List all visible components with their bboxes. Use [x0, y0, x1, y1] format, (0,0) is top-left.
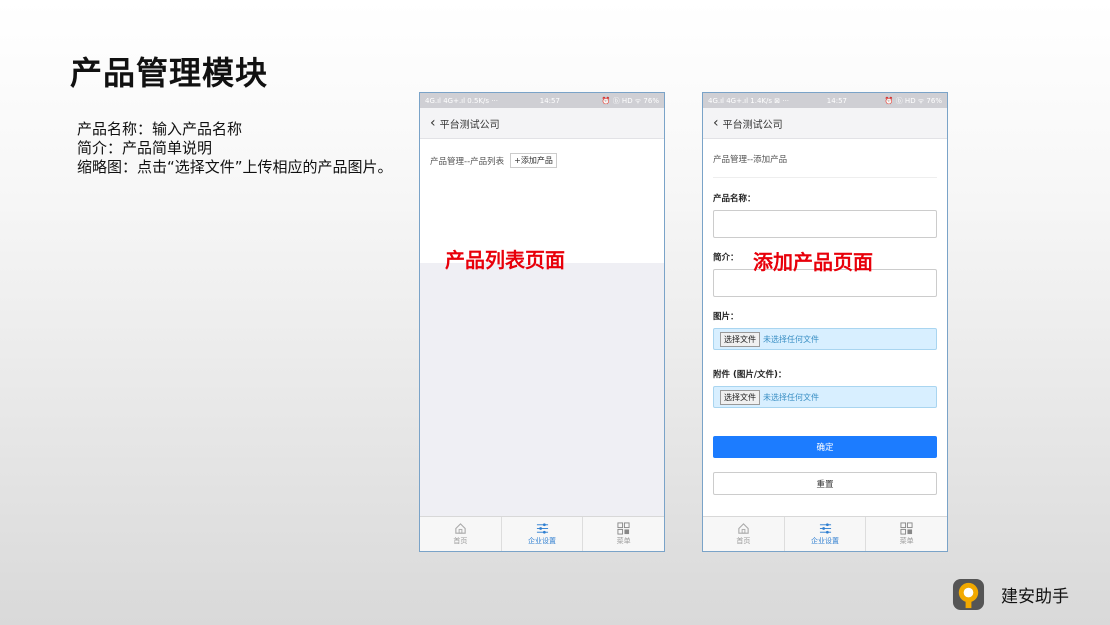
- attachment-file-status: 未选择任何文件: [763, 392, 819, 402]
- nav-bar: ‹ 平台测试公司: [703, 108, 947, 139]
- tab-label: 菜单: [899, 537, 914, 545]
- home-icon: [738, 523, 749, 534]
- slide-title: 产品管理模块: [70, 54, 269, 92]
- breadcrumb-text: 产品管理--添加产品: [713, 155, 788, 165]
- tab-home[interactable]: 首页: [703, 517, 785, 551]
- breadcrumb: 产品管理--产品列表 +添加产品: [430, 153, 654, 168]
- choose-image-file-button[interactable]: 选择文件: [720, 331, 760, 347]
- breadcrumb-text: 产品管理--产品列表: [430, 156, 505, 167]
- brand-name: 建安助手: [1001, 587, 1069, 607]
- back-chevron-icon[interactable]: ‹: [713, 116, 719, 130]
- tab-home[interactable]: 首页: [420, 517, 502, 551]
- brand-logo-icon: [952, 578, 985, 611]
- add-product-button[interactable]: +添加产品: [510, 153, 557, 168]
- grid-icon: [900, 522, 913, 535]
- module-description: 产品名称：输入产品名称 简介：产品简单说明 缩略图：点击“选择文件”上传相应的产…: [77, 120, 393, 177]
- brand: 建安助手: [952, 578, 1069, 611]
- add-product-form: 产品管理--添加产品 产品名称： 简介： 图片： 选择文件 未选择任何文件 附件…: [703, 139, 947, 547]
- tab-label: 企业设置: [528, 537, 556, 545]
- breadcrumb: 产品管理--添加产品: [713, 153, 937, 178]
- nav-title: 平台测试公司: [439, 119, 500, 131]
- description-line-name: 产品名称：输入产品名称: [77, 120, 243, 138]
- status-time: 14:57: [826, 96, 847, 105]
- add-product-page-caption: 添加产品页面: [753, 250, 873, 274]
- tab-label: 首页: [736, 537, 751, 545]
- nav-title: 平台测试公司: [722, 119, 783, 131]
- status-signal: 4G.ıl 4G+.ıl 1.4K/s ⊠ ···: [708, 96, 790, 105]
- tab-menu[interactable]: 菜单: [866, 517, 947, 551]
- status-signal: 4G.ıl 4G+.ıl 0.5K/s ···: [425, 96, 498, 105]
- sliders-icon: [536, 523, 548, 534]
- reset-button[interactable]: 重置: [713, 472, 937, 495]
- status-battery: ⏰ ⓑ HD ᯤ 76%: [884, 96, 942, 105]
- phone-add-product: 4G.ıl 4G+.ıl 1.4K/s ⊠ ··· 14:57 ⏰ ⓑ HD ᯤ…: [702, 92, 948, 552]
- attachment-file-picker: 选择文件 未选择任何文件: [713, 386, 937, 408]
- tab-company-settings[interactable]: 企业设置: [502, 517, 584, 551]
- product-list-page-caption: 产品列表页面: [445, 248, 565, 272]
- tab-label: 菜单: [616, 537, 631, 545]
- tab-label: 首页: [453, 537, 468, 545]
- list-content: 产品管理--产品列表 +添加产品: [420, 139, 664, 257]
- tab-bar: 首页 企业设置 菜单: [420, 516, 664, 551]
- image-file-picker: 选择文件 未选择任何文件: [713, 328, 937, 350]
- product-name-input[interactable]: [713, 210, 937, 238]
- grid-icon: [617, 522, 630, 535]
- phone-product-list: 4G.ıl 4G+.ıl 0.5K/s ··· 14:57 ⏰ ⓑ HD ᯤ 7…: [419, 92, 665, 552]
- sliders-icon: [819, 523, 831, 534]
- choose-attachment-file-button[interactable]: 选择文件: [720, 389, 760, 405]
- confirm-button[interactable]: 确定: [713, 436, 937, 458]
- status-battery: ⏰ ⓑ HD ᯤ 76%: [601, 96, 659, 105]
- tab-company-settings[interactable]: 企业设置: [785, 517, 867, 551]
- attachment-label: 附件 (图片/文件)：: [713, 370, 787, 380]
- empty-list-area: [420, 263, 664, 516]
- nav-bar: ‹ 平台测试公司: [420, 108, 664, 139]
- tab-bar: 首页 企业设置 菜单: [703, 516, 947, 551]
- status-bar: 4G.ıl 4G+.ıl 0.5K/s ··· 14:57 ⏰ ⓑ HD ᯤ 7…: [420, 93, 664, 108]
- back-chevron-icon[interactable]: ‹: [430, 116, 436, 130]
- status-time: 14:57: [539, 96, 560, 105]
- tab-label: 企业设置: [811, 537, 839, 545]
- tab-menu[interactable]: 菜单: [583, 517, 664, 551]
- home-icon: [455, 523, 466, 534]
- image-label: 图片：: [713, 312, 739, 322]
- image-file-status: 未选择任何文件: [763, 334, 819, 344]
- product-name-label: 产品名称：: [713, 194, 756, 204]
- description-line-intro: 简介：产品简单说明: [77, 139, 213, 157]
- status-bar: 4G.ıl 4G+.ıl 1.4K/s ⊠ ··· 14:57 ⏰ ⓑ HD ᯤ…: [703, 93, 947, 108]
- description-line-thumbnail: 缩略图：点击“选择文件”上传相应的产品图片。: [77, 158, 393, 176]
